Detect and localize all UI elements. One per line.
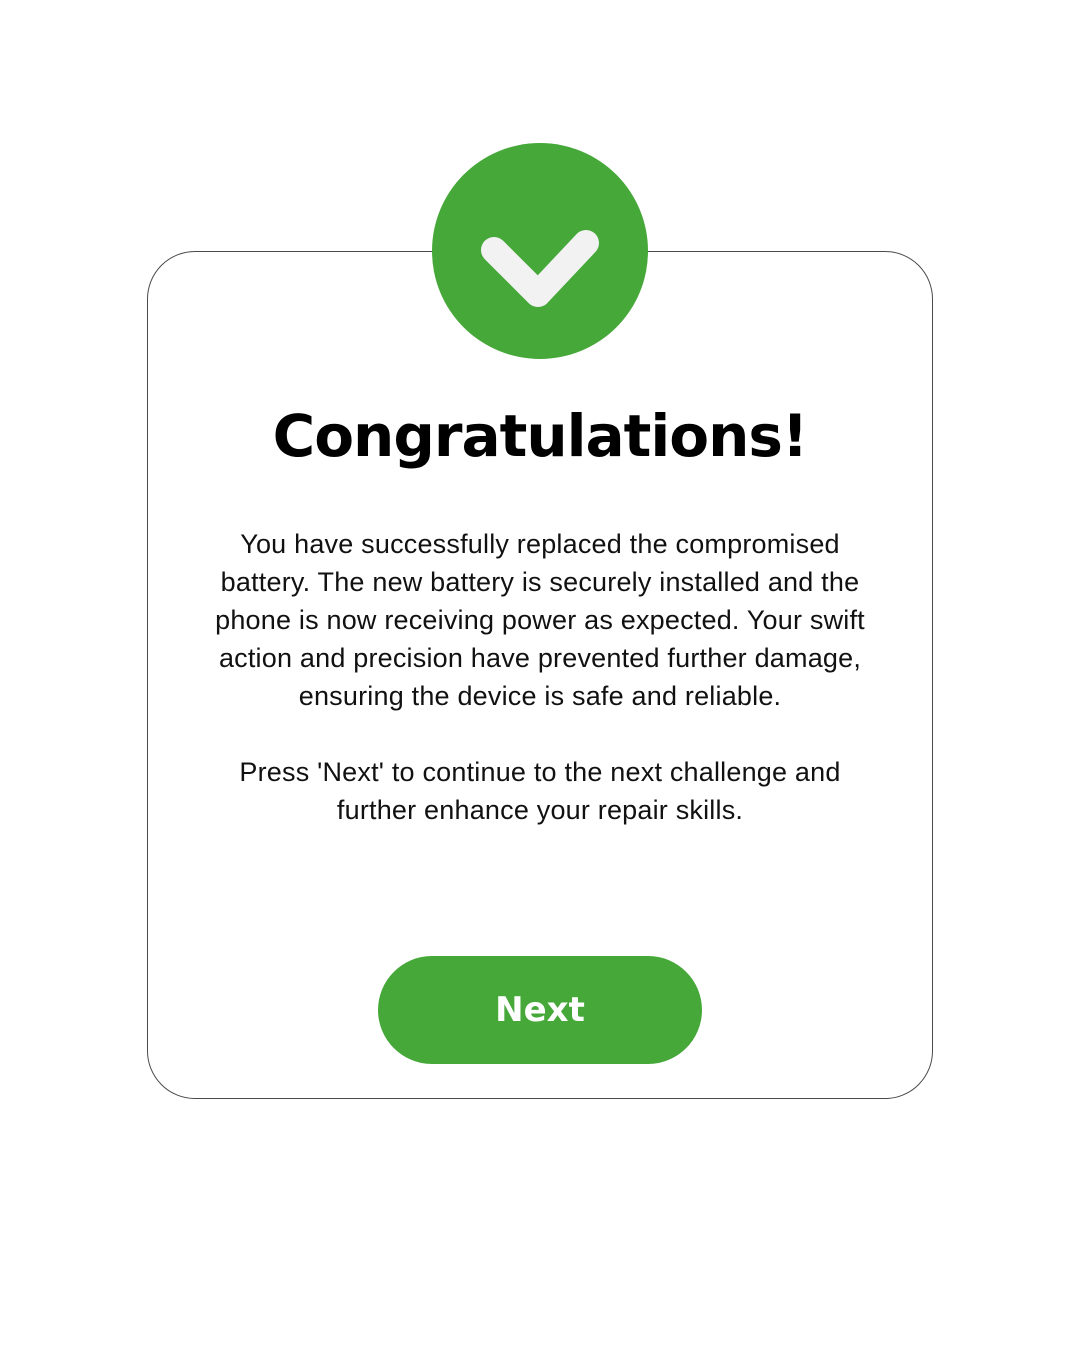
dialog-title: Congratulations! bbox=[272, 402, 809, 470]
next-button[interactable]: Next bbox=[378, 956, 702, 1064]
next-instruction: Press 'Next' to continue to the next cha… bbox=[239, 757, 841, 825]
success-description: You have successfully replaced the compr… bbox=[215, 529, 865, 711]
success-screen: Congratulations! You have successfully r… bbox=[0, 0, 1080, 1350]
success-badge bbox=[432, 143, 648, 359]
checkmark-icon bbox=[481, 230, 599, 307]
dialog-message: You have successfully replaced the compr… bbox=[205, 525, 875, 829]
